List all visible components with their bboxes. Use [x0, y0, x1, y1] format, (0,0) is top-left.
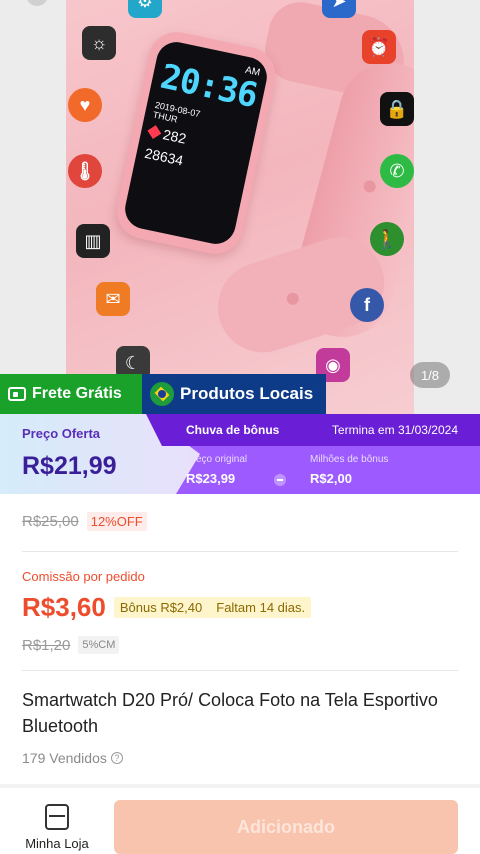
heart-rate-icon: ♥ — [68, 88, 102, 122]
settings-icon: ⚙ — [128, 0, 162, 18]
thermometer-icon: 🌡 — [68, 154, 102, 188]
local-products-badge: Produtos Locais — [142, 374, 326, 414]
free-shipping-badge: Frete Grátis — [0, 374, 142, 414]
offer-price-label: Preço Oferta — [22, 426, 101, 441]
discount-badge: 12%OFF — [86, 512, 147, 531]
local-products-label: Produtos Locais — [180, 384, 314, 403]
bonus-amount-label: Milhões de bônus — [310, 454, 389, 465]
product-image-gallery[interactable]: AM 20:36 2019-08-07 THUR 282 28634 ☼ ♥ 🌡… — [0, 0, 480, 414]
commission-value: R$3,60 — [22, 592, 106, 622]
mail-icon: ✉ — [96, 282, 130, 316]
commission-label: Comissão por pedido — [22, 569, 145, 584]
weather-app-icon: ☼ — [82, 26, 116, 60]
image-page-indicator: 1/8 — [410, 362, 450, 388]
free-shipping-label: Frete Grátis — [32, 385, 122, 402]
brazil-flag-icon — [150, 382, 174, 406]
commission-row: R$3,60 Bônus R$2,40 Faltam 14 dias. — [22, 592, 312, 623]
offer-banner: Preço Oferta R$21,99 Chuva de bônus Term… — [0, 414, 480, 494]
facebook-icon: f — [350, 288, 384, 322]
watch-screen: AM 20:36 2019-08-07 THUR 282 28634 — [121, 38, 271, 248]
whatsapp-icon: ✆ — [380, 154, 414, 188]
band-hole — [285, 291, 301, 307]
original-price-value: R$23,99 — [186, 471, 236, 486]
shipping-icon — [8, 387, 26, 401]
shop-icon — [45, 804, 69, 830]
help-icon[interactable]: ? — [110, 752, 123, 764]
back-button-edge[interactable] — [26, 0, 48, 6]
minus-icon — [274, 474, 286, 486]
heart-icon — [147, 125, 162, 140]
product-title: Smartwatch D20 Pró/ Coloca Foto na Tela … — [22, 690, 438, 736]
commission-rate-badge: 5%CM — [78, 636, 120, 654]
compass-icon: ➤ — [322, 0, 356, 18]
bonus-amount-value: R$2,00 — [310, 471, 352, 486]
my-shop-button[interactable]: Minha Loja — [16, 804, 98, 854]
lock-icon: 🔒 — [380, 92, 414, 126]
walking-icon: 🚶 — [370, 222, 404, 256]
old-commission: R$1,20 — [22, 636, 71, 654]
divider — [22, 670, 458, 671]
commission-rate-row: R$1,20 5%CM — [22, 636, 120, 654]
sold-count-text: 179 Vendidos — [22, 750, 107, 766]
my-shop-label: Minha Loja — [25, 836, 89, 851]
band-hole — [362, 179, 377, 194]
battery-icon: ▥ — [76, 224, 110, 258]
shipping-badges: Frete Grátis Produtos Locais — [0, 374, 326, 414]
bonus-campaign-title: Chuva de bônus — [186, 423, 280, 437]
original-price-row: R$25,00 12%OFF — [22, 512, 147, 531]
sold-count: 179 Vendidos ? — [22, 750, 123, 766]
campaign-end-date: Termina em 31/03/2024 — [331, 423, 458, 437]
divider — [22, 551, 458, 552]
original-price-label: Preço original — [186, 454, 248, 465]
days-left-text: Faltam 14 dias. — [216, 600, 306, 615]
add-to-shop-button[interactable]: Adicionado — [114, 800, 458, 854]
bonus-text: Bônus R$2,40 — [119, 600, 203, 615]
alarm-icon: ⏰ — [362, 30, 396, 64]
product-photo[interactable]: AM 20:36 2019-08-07 THUR 282 28634 ☼ ♥ 🌡… — [66, 0, 414, 414]
commission-bonus-badge: Bônus R$2,40 Faltam 14 dias. — [113, 597, 312, 618]
bottom-action-bar: Minha Loja Adicionado — [0, 788, 480, 854]
offer-price: R$21,99 — [22, 452, 117, 480]
watch-body: AM 20:36 2019-08-07 THUR 282 28634 — [111, 26, 281, 260]
product-page: AM 20:36 2019-08-07 THUR 282 28634 ☼ ♥ 🌡… — [0, 0, 480, 854]
strikethrough-price: R$25,00 — [22, 513, 79, 530]
